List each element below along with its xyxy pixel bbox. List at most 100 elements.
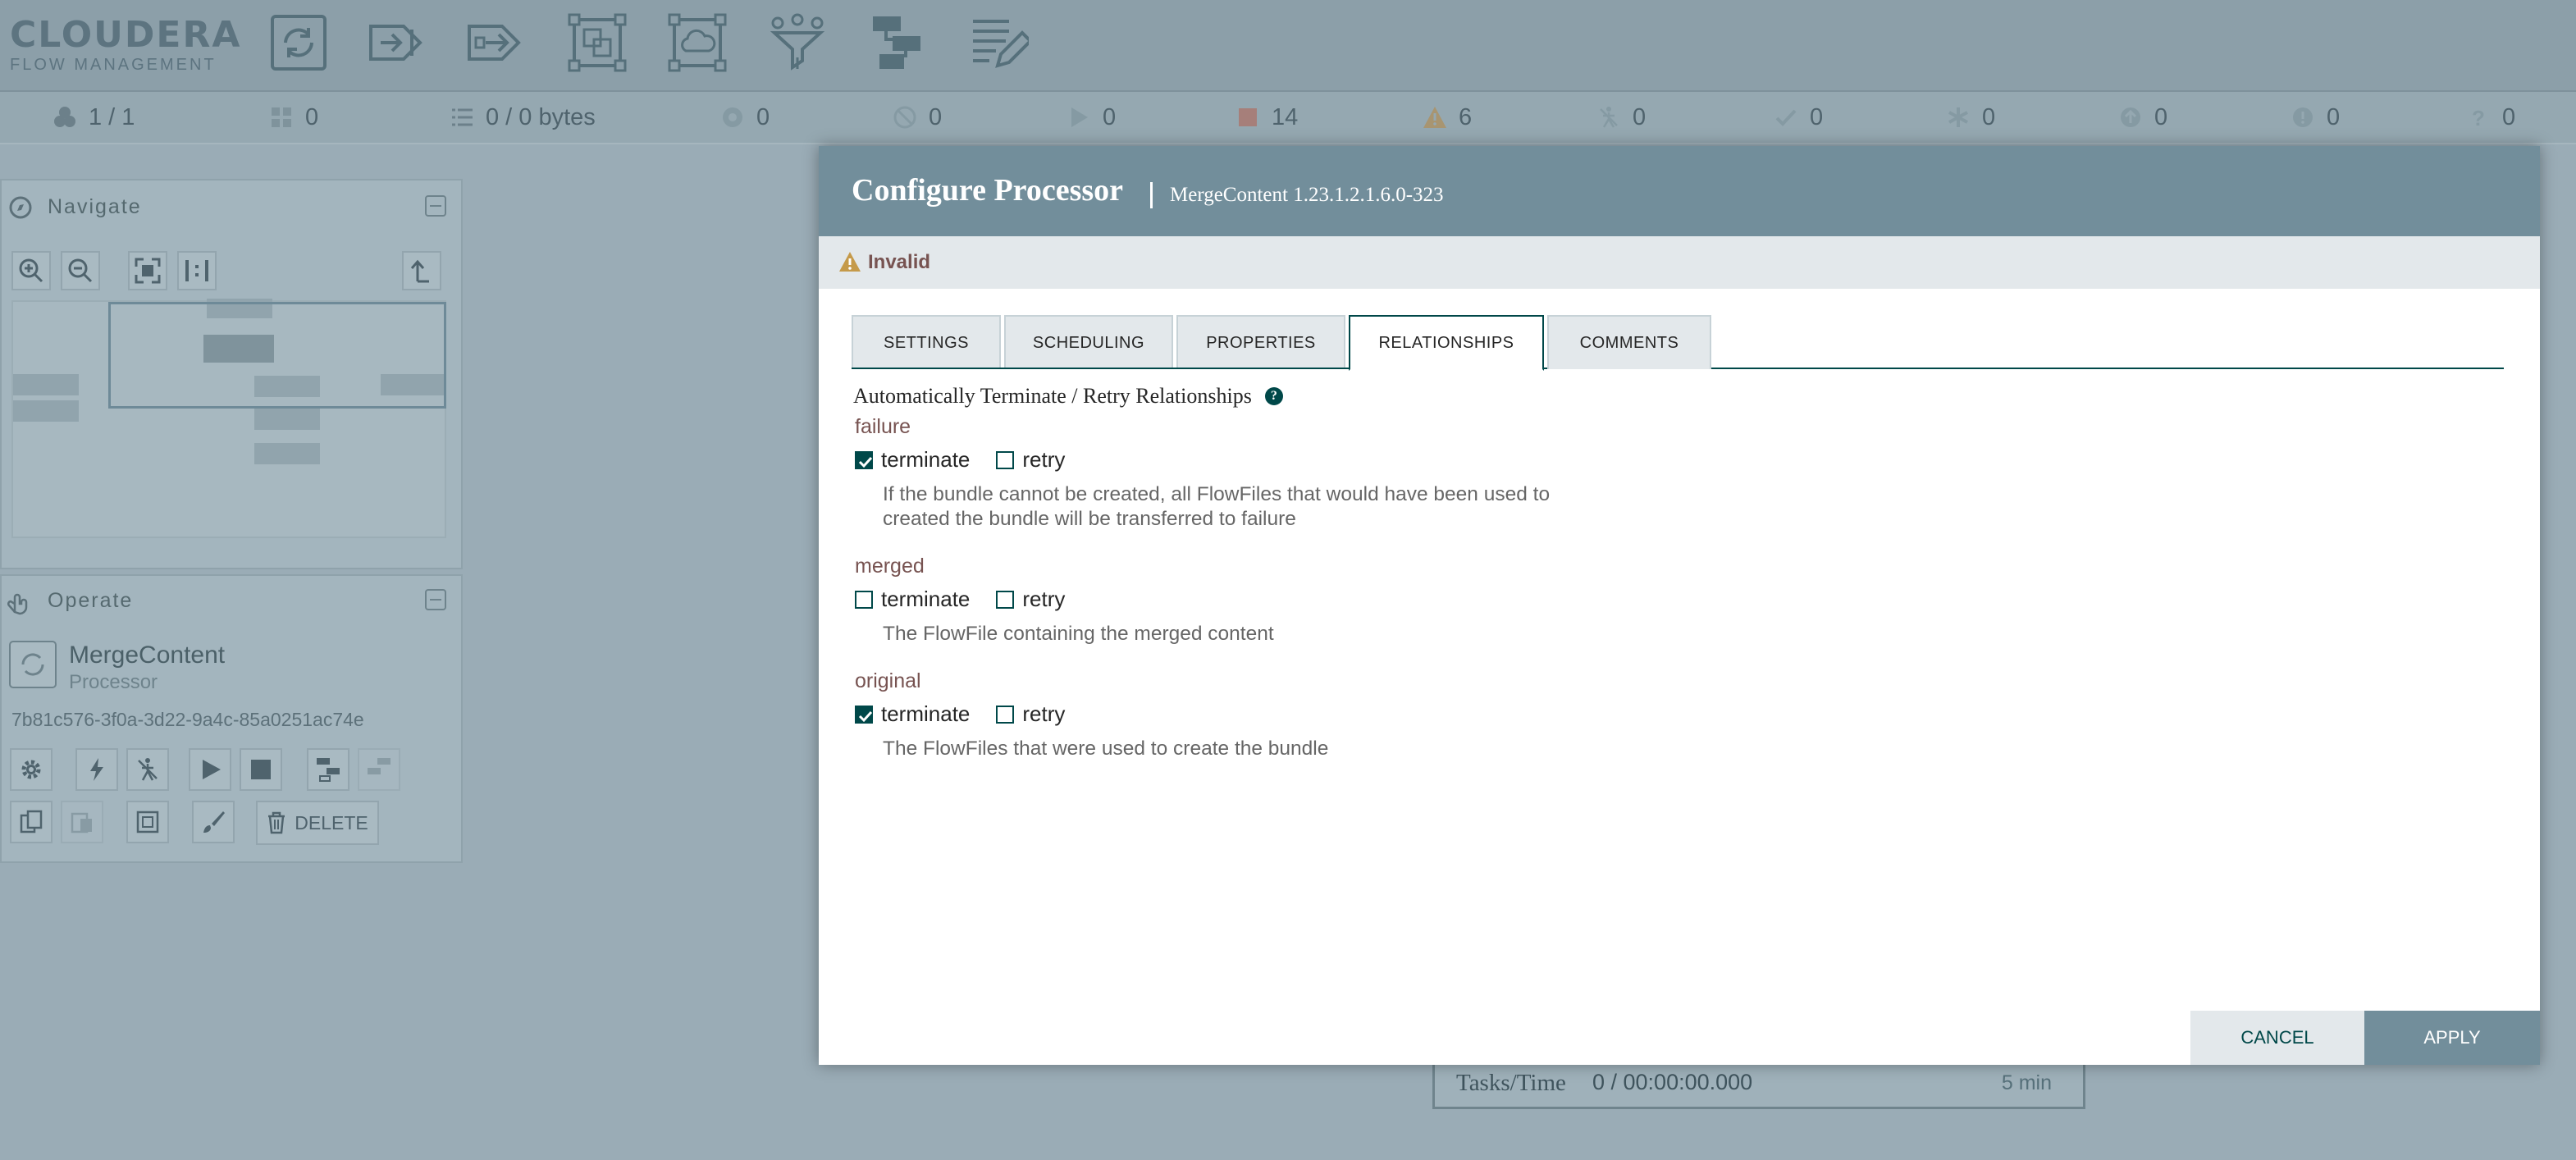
zoom-out-button[interactable] bbox=[61, 251, 100, 290]
terminate-label: terminate bbox=[881, 701, 971, 726]
remote-process-group-icon[interactable] bbox=[666, 11, 728, 74]
arrow-up-circle-icon bbox=[2118, 105, 2143, 130]
copy-button[interactable] bbox=[10, 801, 53, 843]
color-button[interactable] bbox=[192, 801, 235, 843]
tab-comments[interactable]: COMMENTS bbox=[1547, 315, 1711, 369]
apply-button[interactable]: APPLY bbox=[2364, 1011, 2540, 1065]
arrow-up-icon bbox=[408, 257, 436, 285]
processor-icon[interactable] bbox=[267, 11, 330, 74]
upload-template-button[interactable] bbox=[358, 748, 400, 791]
configure-button[interactable] bbox=[10, 748, 53, 791]
relationship-description: If the bundle cannot be created, all Flo… bbox=[883, 482, 1550, 532]
background-processor[interactable]: Tasks/Time 0 / 00:00:00.000 5 min bbox=[1432, 1060, 2085, 1109]
hand-pointer-icon bbox=[7, 589, 33, 615]
processor-icon bbox=[8, 640, 57, 689]
help-icon[interactable]: ? bbox=[1264, 387, 1283, 405]
label-icon[interactable] bbox=[966, 11, 1029, 74]
component-type: Processor bbox=[69, 671, 158, 693]
funnel-icon[interactable] bbox=[766, 11, 829, 74]
terminate-checkbox[interactable] bbox=[855, 705, 873, 724]
navigate-title: Navigate bbox=[48, 195, 142, 218]
status-not-transmitting: 0 bbox=[893, 103, 942, 131]
terminate-checkbox[interactable] bbox=[855, 450, 873, 469]
relationship-merged: merged terminate retry The FlowFile cont… bbox=[855, 555, 1274, 646]
enable-button[interactable] bbox=[75, 748, 118, 791]
relationships-heading-text: Automatically Terminate / Retry Relation… bbox=[853, 384, 1252, 408]
zoom-in-button[interactable] bbox=[11, 251, 51, 290]
status-locally-modified: 0 bbox=[1946, 103, 1995, 131]
leave-group-button[interactable] bbox=[402, 251, 441, 290]
relationships-heading: Automatically Terminate / Retry Relation… bbox=[853, 384, 1283, 409]
check-icon bbox=[1774, 105, 1798, 130]
delete-button[interactable]: DELETE bbox=[256, 801, 379, 845]
terminate-option[interactable]: terminate bbox=[855, 587, 970, 612]
process-group-icon[interactable] bbox=[566, 11, 628, 74]
operate-panel: Operate MergeContent Processor 7b81c576-… bbox=[0, 574, 463, 863]
disabled-icon bbox=[135, 756, 161, 783]
retry-label: retry bbox=[1022, 587, 1066, 611]
input-port-icon[interactable] bbox=[366, 11, 428, 74]
terminate-label: terminate bbox=[881, 447, 971, 472]
retry-checkbox[interactable] bbox=[996, 450, 1015, 469]
output-port-icon[interactable] bbox=[464, 11, 527, 74]
status-stopped: 14 bbox=[1235, 103, 1298, 131]
play-icon bbox=[197, 756, 223, 783]
cluster-icon bbox=[53, 105, 77, 130]
status-text: Invalid bbox=[868, 251, 931, 273]
trash-icon bbox=[267, 811, 286, 834]
actual-size-button[interactable] bbox=[177, 251, 217, 290]
tasks-label: Tasks/Time bbox=[1456, 1070, 1566, 1096]
retry-checkbox[interactable] bbox=[996, 590, 1015, 609]
relationship-name: failure bbox=[855, 415, 911, 438]
cancel-button[interactable]: CANCEL bbox=[2190, 1011, 2364, 1065]
dialog-header: Configure Processor MergeContent 1.23.1.… bbox=[819, 146, 2540, 236]
terminate-checkbox[interactable] bbox=[855, 590, 873, 609]
tab-settings[interactable]: SETTINGS bbox=[852, 315, 1001, 369]
retry-checkbox[interactable] bbox=[996, 705, 1015, 724]
dialog-title: Configure Processor bbox=[852, 173, 1124, 208]
retry-label: retry bbox=[1022, 701, 1066, 726]
group-button[interactable] bbox=[126, 801, 169, 843]
status-queued: 0 / 0 bytes bbox=[450, 103, 596, 131]
viewport-rect[interactable] bbox=[108, 302, 446, 409]
status-running: 0 bbox=[1066, 103, 1116, 131]
description-line: created the bundle will be transferred t… bbox=[883, 508, 1296, 530]
collapse-navigate-button[interactable] bbox=[425, 195, 446, 217]
tab-relationships-active[interactable]: RELATIONSHIPS bbox=[1349, 315, 1544, 371]
tasks-window: 5 min bbox=[2001, 1071, 2052, 1094]
status-transmitting: 0 bbox=[720, 103, 770, 131]
fit-icon bbox=[134, 257, 162, 285]
not-transmitting-icon bbox=[893, 105, 917, 130]
navigate-panel: Navigate bbox=[0, 179, 463, 569]
paste-button[interactable] bbox=[61, 801, 103, 843]
terminate-option[interactable]: terminate bbox=[855, 701, 970, 727]
status-locally-modified-stale: 0 bbox=[2291, 103, 2340, 131]
retry-option[interactable]: retry bbox=[996, 587, 1065, 612]
disable-button[interactable] bbox=[126, 748, 169, 791]
exclamation-circle-icon bbox=[2291, 105, 2315, 130]
actual-size-icon bbox=[183, 257, 211, 285]
retry-option[interactable]: retry bbox=[996, 447, 1065, 473]
running-icon bbox=[1066, 105, 1091, 130]
zoom-in-icon bbox=[17, 257, 45, 285]
disabled-icon bbox=[1596, 105, 1621, 130]
copy-icon bbox=[18, 809, 44, 835]
birdseye-view[interactable] bbox=[11, 299, 446, 538]
fit-button[interactable] bbox=[128, 251, 167, 290]
collapse-operate-button[interactable] bbox=[425, 589, 446, 610]
lightning-icon bbox=[84, 756, 110, 783]
stop-button[interactable] bbox=[240, 748, 282, 791]
validation-status: Invalid bbox=[819, 236, 2540, 289]
template-upload-icon bbox=[366, 756, 392, 783]
tab-properties[interactable]: PROPERTIES bbox=[1176, 315, 1345, 369]
create-template-button[interactable] bbox=[307, 748, 349, 791]
template-icon[interactable] bbox=[866, 11, 929, 74]
tab-scheduling[interactable]: SCHEDULING bbox=[1004, 315, 1173, 369]
terminate-option[interactable]: terminate bbox=[855, 447, 970, 473]
status-stale: 0 bbox=[2118, 103, 2167, 131]
status-bar: 1 / 1 0 0 / 0 bytes 0 0 0 14 6 0 0 0 0 0… bbox=[0, 92, 2576, 144]
relationship-description: The FlowFile containing the merged conte… bbox=[883, 623, 1274, 645]
retry-option[interactable]: retry bbox=[996, 701, 1065, 727]
stop-icon bbox=[248, 756, 274, 783]
start-button[interactable] bbox=[189, 748, 231, 791]
